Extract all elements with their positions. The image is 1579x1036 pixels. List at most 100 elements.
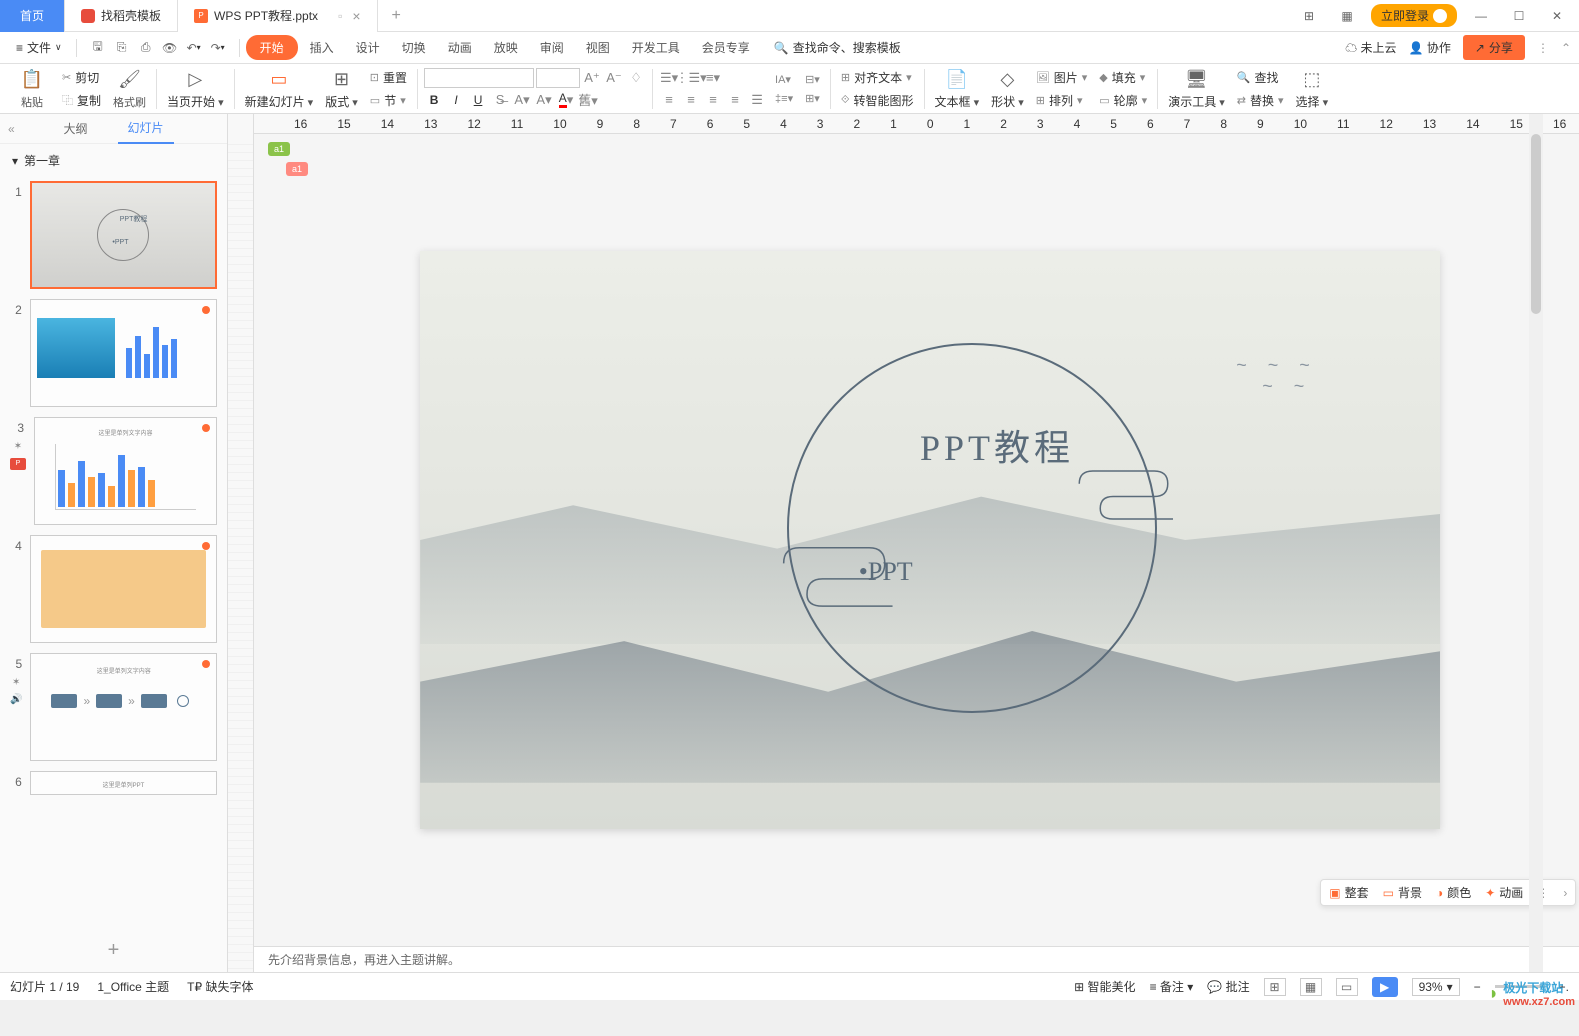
fill-button[interactable]: ◆ 填充 ▾ [1095,67,1151,88]
undo-icon[interactable]: ↶▾ [185,39,203,57]
collab-button[interactable]: 👤 协作 [1409,39,1451,56]
tab-menu-icon[interactable]: ▫ [338,9,342,23]
underline-button[interactable]: U [468,90,488,110]
clear-format-icon[interactable]: ♢ [626,68,646,88]
picture-button[interactable]: 🖼 图片 ▾ [1032,67,1092,88]
textbox-button[interactable]: 📄 文本框 ▾ [931,65,984,112]
copy-button[interactable]: ⿻ 复制 [58,90,105,111]
layout-button[interactable]: ⊞ 版式 ▾ [321,65,362,112]
align-text-button[interactable]: ⊞ 对齐文本 ▾ [837,67,918,88]
comment-marker-2[interactable]: a1 [286,162,308,176]
slides-tab[interactable]: 幻灯片 [118,113,174,144]
preview-icon[interactable]: 👁 [161,39,179,57]
thumbnail-4[interactable] [30,535,217,643]
align-center-button[interactable]: ≡ [681,90,701,110]
outline-button[interactable]: ▭ 轮廓 ▾ [1095,90,1151,111]
notes-toggle[interactable]: ≡ 备注 ▾ [1150,978,1194,995]
decrease-font-icon[interactable]: A⁻ [604,68,624,88]
line-spacing-button[interactable]: ‡≡▾ [771,90,797,107]
text-effects-button[interactable]: 舊▾ [578,90,598,110]
italic-button[interactable]: I [446,90,466,110]
section-header[interactable]: ▾ 第一章 [0,144,227,177]
tab-member[interactable]: 会员专享 [692,35,760,60]
normal-view-button[interactable]: ⊞ [1264,978,1286,996]
tab-view[interactable]: 视图 [576,35,620,60]
columns-button[interactable]: ⊞▾ [801,90,824,107]
highlight-button[interactable]: A▾ [534,90,554,110]
slide-canvas[interactable]: ~ ~ ~ ~ ~ PPT教程 •PPT [420,251,1440,829]
save-icon[interactable]: 🖫 [89,39,107,57]
thumbnail-6[interactable]: 这里是单列PPT [30,771,217,795]
find-button[interactable]: 🔍 查找 [1233,67,1288,88]
new-slide-button[interactable]: ▭ 新建幻灯片 ▾ [241,65,318,112]
notes-area[interactable]: 先介绍背景信息，再进入主题讲解。 [254,946,1579,972]
font-family-select[interactable] [424,68,534,88]
animation-button[interactable]: ✦动画 [1485,884,1523,901]
increase-font-icon[interactable]: A⁺ [582,68,602,88]
sorter-view-button[interactable]: ▦ [1300,978,1322,996]
login-button[interactable]: 立即登录 [1371,4,1457,27]
print-icon[interactable]: ⎙ [137,39,155,57]
tab-animation[interactable]: 动画 [438,35,482,60]
font-size-select[interactable] [536,68,580,88]
comments-toggle[interactable]: 💬 批注 [1207,978,1249,995]
thumbnail-5[interactable]: 这里是单列文字内容 » » [30,653,217,761]
new-tab-button[interactable]: + [378,7,415,25]
indent-button[interactable]: ≡▾ [703,68,723,88]
command-search[interactable]: 🔍 查找命令、搜索模板 [774,39,901,56]
background-button[interactable]: ▭背景 [1383,884,1422,901]
slide-title[interactable]: PPT教程 [920,419,1074,471]
font-effect-button[interactable]: A▾ [512,90,532,110]
tab-slideshow[interactable]: 放映 [484,35,528,60]
paste-button[interactable]: 📋 粘贴 [16,66,48,112]
zoom-out-button[interactable]: − [1474,980,1481,994]
tab-design[interactable]: 设计 [346,35,390,60]
thumbnail-1[interactable]: PPT教程 •PPT [30,181,217,289]
bold-button[interactable]: B [424,90,444,110]
share-button[interactable]: ↗ 分享 [1463,35,1525,60]
collapse-panel-icon[interactable]: « [8,122,15,136]
close-icon[interactable]: × [352,8,360,24]
numbering-button[interactable]: ⋮☰▾ [681,68,701,88]
tab-devtools[interactable]: 开发工具 [622,35,690,60]
align-left-button[interactable]: ≡ [659,90,679,110]
tab-home[interactable]: 首页 [0,0,65,32]
add-slide-button[interactable]: + [0,929,227,972]
theme-name[interactable]: 1_Office 主题 [97,978,169,995]
tab-document[interactable]: P WPS PPT教程.pptx ▫ × [178,0,377,32]
cut-button[interactable]: ✂ 剪切 [58,67,105,88]
tab-insert[interactable]: 插入 [300,35,344,60]
outline-tab[interactable]: 大纲 [53,114,97,143]
reading-view-button[interactable]: ▭ [1336,978,1358,996]
more-icon[interactable]: ⋮ [1537,41,1549,55]
export-icon[interactable]: ⎘ [113,39,131,57]
color-button[interactable]: ◑颜色 [1436,884,1471,901]
vertical-scrollbar[interactable] [1529,114,1543,972]
smart-graphic-button[interactable]: ⟐ 转智能图形 [837,90,918,111]
tab-templates[interactable]: 找稻壳模板 [65,0,178,32]
collapse-ribbon-icon[interactable]: ⌃ [1561,41,1571,55]
tab-start[interactable]: 开始 [246,35,298,60]
v-align-button[interactable]: ⊟▾ [801,71,824,88]
section-button[interactable]: ▭ 节 ▾ [366,90,411,111]
align-right-button[interactable]: ≡ [703,90,723,110]
shape-button[interactable]: ◇ 形状 ▾ [987,65,1028,112]
justify-button[interactable]: ≡ [725,90,745,110]
replace-button[interactable]: ⇄ 替换 ▾ [1233,90,1288,111]
minimize-button[interactable]: — [1467,2,1495,30]
thumbnail-2[interactable] [30,299,217,407]
comment-marker-1[interactable]: a1 [268,142,290,156]
slide-viewport[interactable]: a1 a1 ~ ~ ~ ~ ~ PPT教程 •PPT ▣整套 ▭背景 ◑颜色 [254,134,1579,946]
arrange-button[interactable]: ⊞ 排列 ▾ [1032,90,1092,111]
font-color-button[interactable]: A▾ [556,90,576,110]
format-painter-button[interactable]: 🖌 格式刷 [109,66,150,112]
select-button[interactable]: ⬚ 选择 ▾ [1292,65,1333,112]
smart-beautify-button[interactable]: ⊞ 智能美化 [1074,978,1135,995]
maximize-button[interactable]: ☐ [1505,2,1533,30]
text-direction-button[interactable]: IA▾ [771,71,797,88]
tab-review[interactable]: 审阅 [530,35,574,60]
from-current-button[interactable]: ▷ 当页开始 ▾ [163,65,228,112]
close-button[interactable]: ✕ [1543,2,1571,30]
slide-subtitle[interactable]: •PPT [859,557,913,587]
layout-icon[interactable]: ⊞ [1295,2,1323,30]
